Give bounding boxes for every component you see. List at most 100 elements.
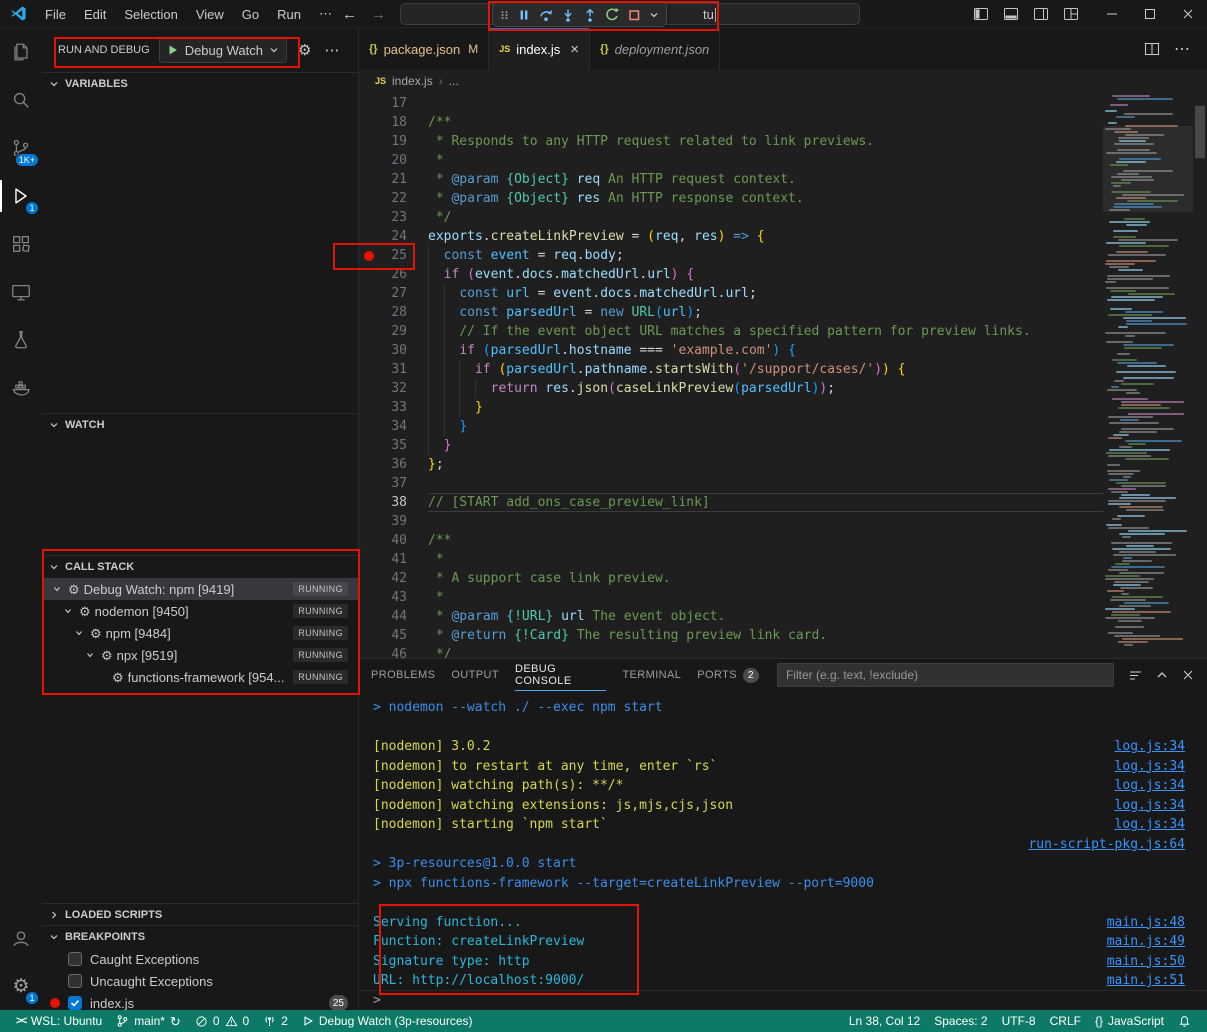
- console-source-link[interactable]: main.js:49: [1107, 932, 1207, 952]
- line-gutter[interactable]: 42: [359, 569, 428, 588]
- line-gutter[interactable]: 27: [359, 284, 428, 303]
- maximize-panel-icon[interactable]: [1155, 668, 1169, 682]
- toggle-sidebar-icon[interactable]: [973, 6, 989, 22]
- activity-docker[interactable]: [0, 364, 42, 412]
- chevron-down-icon[interactable]: [72, 627, 86, 639]
- tab-package.json[interactable]: {}package.jsonM: [359, 28, 489, 70]
- line-gutter[interactable]: 44: [359, 607, 428, 626]
- step-out-button[interactable]: [580, 5, 600, 25]
- line-gutter[interactable]: 38: [359, 493, 428, 512]
- activity-explorer[interactable]: [0, 28, 42, 76]
- tab-deployment.json[interactable]: {}deployment.json: [590, 28, 720, 70]
- menu-view[interactable]: View: [187, 7, 233, 22]
- history-forward-icon[interactable]: →: [371, 6, 386, 23]
- remote-indicator[interactable]: >< WSL: Ubuntu: [10, 1010, 108, 1032]
- section-header-watch[interactable]: WATCH: [42, 414, 358, 436]
- console-source-link[interactable]: main.js:48: [1107, 913, 1207, 933]
- views-more-actions-icon[interactable]: ⋯: [322, 41, 342, 59]
- close-panel-icon[interactable]: [1181, 668, 1195, 682]
- maximize-button[interactable]: [1131, 0, 1169, 28]
- line-gutter[interactable]: 39: [359, 512, 428, 531]
- line-gutter[interactable]: 34: [359, 417, 428, 436]
- breadcrumb-file[interactable]: index.js: [392, 74, 433, 88]
- console-source-link[interactable]: log.js:34: [1115, 757, 1207, 777]
- line-gutter[interactable]: 22: [359, 189, 428, 208]
- console-source-link[interactable]: run-script-pkg.js:64: [1028, 835, 1207, 855]
- line-gutter[interactable]: 40: [359, 531, 428, 550]
- console-source-link[interactable]: log.js:34: [1115, 815, 1207, 835]
- chevron-down-icon[interactable]: [61, 605, 75, 617]
- problems-indicator[interactable]: 0 0: [189, 1010, 255, 1032]
- stop-button[interactable]: [624, 5, 644, 25]
- menu-edit[interactable]: Edit: [75, 7, 115, 22]
- line-gutter[interactable]: 37: [359, 474, 428, 493]
- line-gutter[interactable]: 21: [359, 170, 428, 189]
- console-source-link[interactable]: log.js:34: [1115, 796, 1207, 816]
- console-source-link[interactable]: log.js:34: [1115, 776, 1207, 796]
- breakpoint-item[interactable]: Uncaught Exceptions: [42, 970, 358, 992]
- line-gutter[interactable]: 20: [359, 151, 428, 170]
- breakpoint-checkbox[interactable]: [68, 952, 82, 966]
- minimap[interactable]: [1103, 92, 1193, 658]
- panel-tab-problems[interactable]: PROBLEMS: [371, 659, 435, 691]
- panel-tab-output[interactable]: OUTPUT: [451, 659, 499, 691]
- customize-layout-icon[interactable]: [1063, 6, 1079, 22]
- encoding-indicator[interactable]: UTF-8: [996, 1010, 1042, 1032]
- menu-overflow-icon[interactable]: ⋯: [310, 6, 341, 22]
- start-debugging-icon[interactable]: [167, 44, 179, 56]
- editor-scrollbar[interactable]: [1193, 92, 1207, 658]
- line-gutter[interactable]: 26: [359, 265, 428, 284]
- line-gutter[interactable]: 23: [359, 208, 428, 227]
- call-stack-item[interactable]: ⚙functions-framework [954...RUNNING: [42, 666, 358, 688]
- panel-tab-debug-console[interactable]: DEBUG CONSOLE: [515, 659, 606, 691]
- line-gutter[interactable]: 46: [359, 645, 428, 658]
- code-editor[interactable]: 1718/**19 * Responds to any HTTP request…: [359, 92, 1207, 658]
- menu-run[interactable]: Run: [268, 7, 310, 22]
- toggle-panel-icon[interactable]: [1003, 6, 1019, 22]
- breakpoint-checkbox[interactable]: [68, 974, 82, 988]
- activity-settings[interactable]: ⚙ 1: [0, 962, 42, 1010]
- line-gutter[interactable]: 41: [359, 550, 428, 569]
- breakpoint-dot[interactable]: [364, 251, 374, 261]
- section-header-call-stack[interactable]: CALL STACK: [42, 556, 358, 578]
- close-tab-button[interactable]: ×: [570, 42, 579, 57]
- line-gutter[interactable]: 45: [359, 626, 428, 645]
- console-source-link[interactable]: main.js:50: [1107, 952, 1207, 972]
- menu-selection[interactable]: Selection: [115, 7, 186, 22]
- restart-button[interactable]: [602, 5, 622, 25]
- section-header-variables[interactable]: VARIABLES: [42, 73, 358, 95]
- activity-testing[interactable]: [0, 316, 42, 364]
- line-gutter[interactable]: 35: [359, 436, 428, 455]
- tab-index.js[interactable]: JSindex.js×: [489, 28, 590, 70]
- console-source-link[interactable]: main.js:51: [1107, 971, 1207, 990]
- activity-search[interactable]: [0, 76, 42, 124]
- panel-tab-terminal[interactable]: TERMINAL: [622, 659, 681, 691]
- notifications-bell[interactable]: [1172, 1010, 1197, 1032]
- line-gutter[interactable]: 33: [359, 398, 428, 417]
- section-header-loaded-scripts[interactable]: LOADED SCRIPTS: [42, 904, 358, 925]
- debug-gear-icon[interactable]: ⚙: [296, 43, 313, 58]
- line-gutter[interactable]: 18: [359, 113, 428, 132]
- history-back-icon[interactable]: ←: [342, 6, 357, 23]
- line-gutter[interactable]: 32: [359, 379, 428, 398]
- section-header-breakpoints[interactable]: BREAKPOINTS: [42, 926, 358, 948]
- ports-indicator[interactable]: 2: [257, 1010, 294, 1032]
- call-stack-item[interactable]: ⚙npm [9484]RUNNING: [42, 622, 358, 644]
- debug-console-input[interactable]: >: [359, 990, 1207, 1010]
- line-gutter[interactable]: 19: [359, 132, 428, 151]
- line-gutter[interactable]: 28: [359, 303, 428, 322]
- activity-extensions[interactable]: [0, 220, 42, 268]
- activity-source-control[interactable]: 1K+: [0, 124, 42, 172]
- language-indicator[interactable]: {} JavaScript: [1089, 1010, 1170, 1032]
- scrollbar-thumb[interactable]: [1195, 106, 1205, 158]
- call-stack-item[interactable]: ⚙npx [9519]RUNNING: [42, 644, 358, 666]
- branch-indicator[interactable]: main* ↻: [110, 1010, 187, 1032]
- breadcrumb-symbol[interactable]: ...: [449, 74, 459, 88]
- breakpoint-item[interactable]: index.js25: [42, 992, 358, 1010]
- split-editor-icon[interactable]: [1144, 41, 1160, 57]
- toolbar-grip[interactable]: [497, 5, 512, 25]
- console-filter-input[interactable]: [777, 663, 1114, 687]
- activity-accounts[interactable]: [0, 914, 42, 962]
- step-over-button[interactable]: [536, 5, 556, 25]
- call-stack-item[interactable]: ⚙nodemon [9450]RUNNING: [42, 600, 358, 622]
